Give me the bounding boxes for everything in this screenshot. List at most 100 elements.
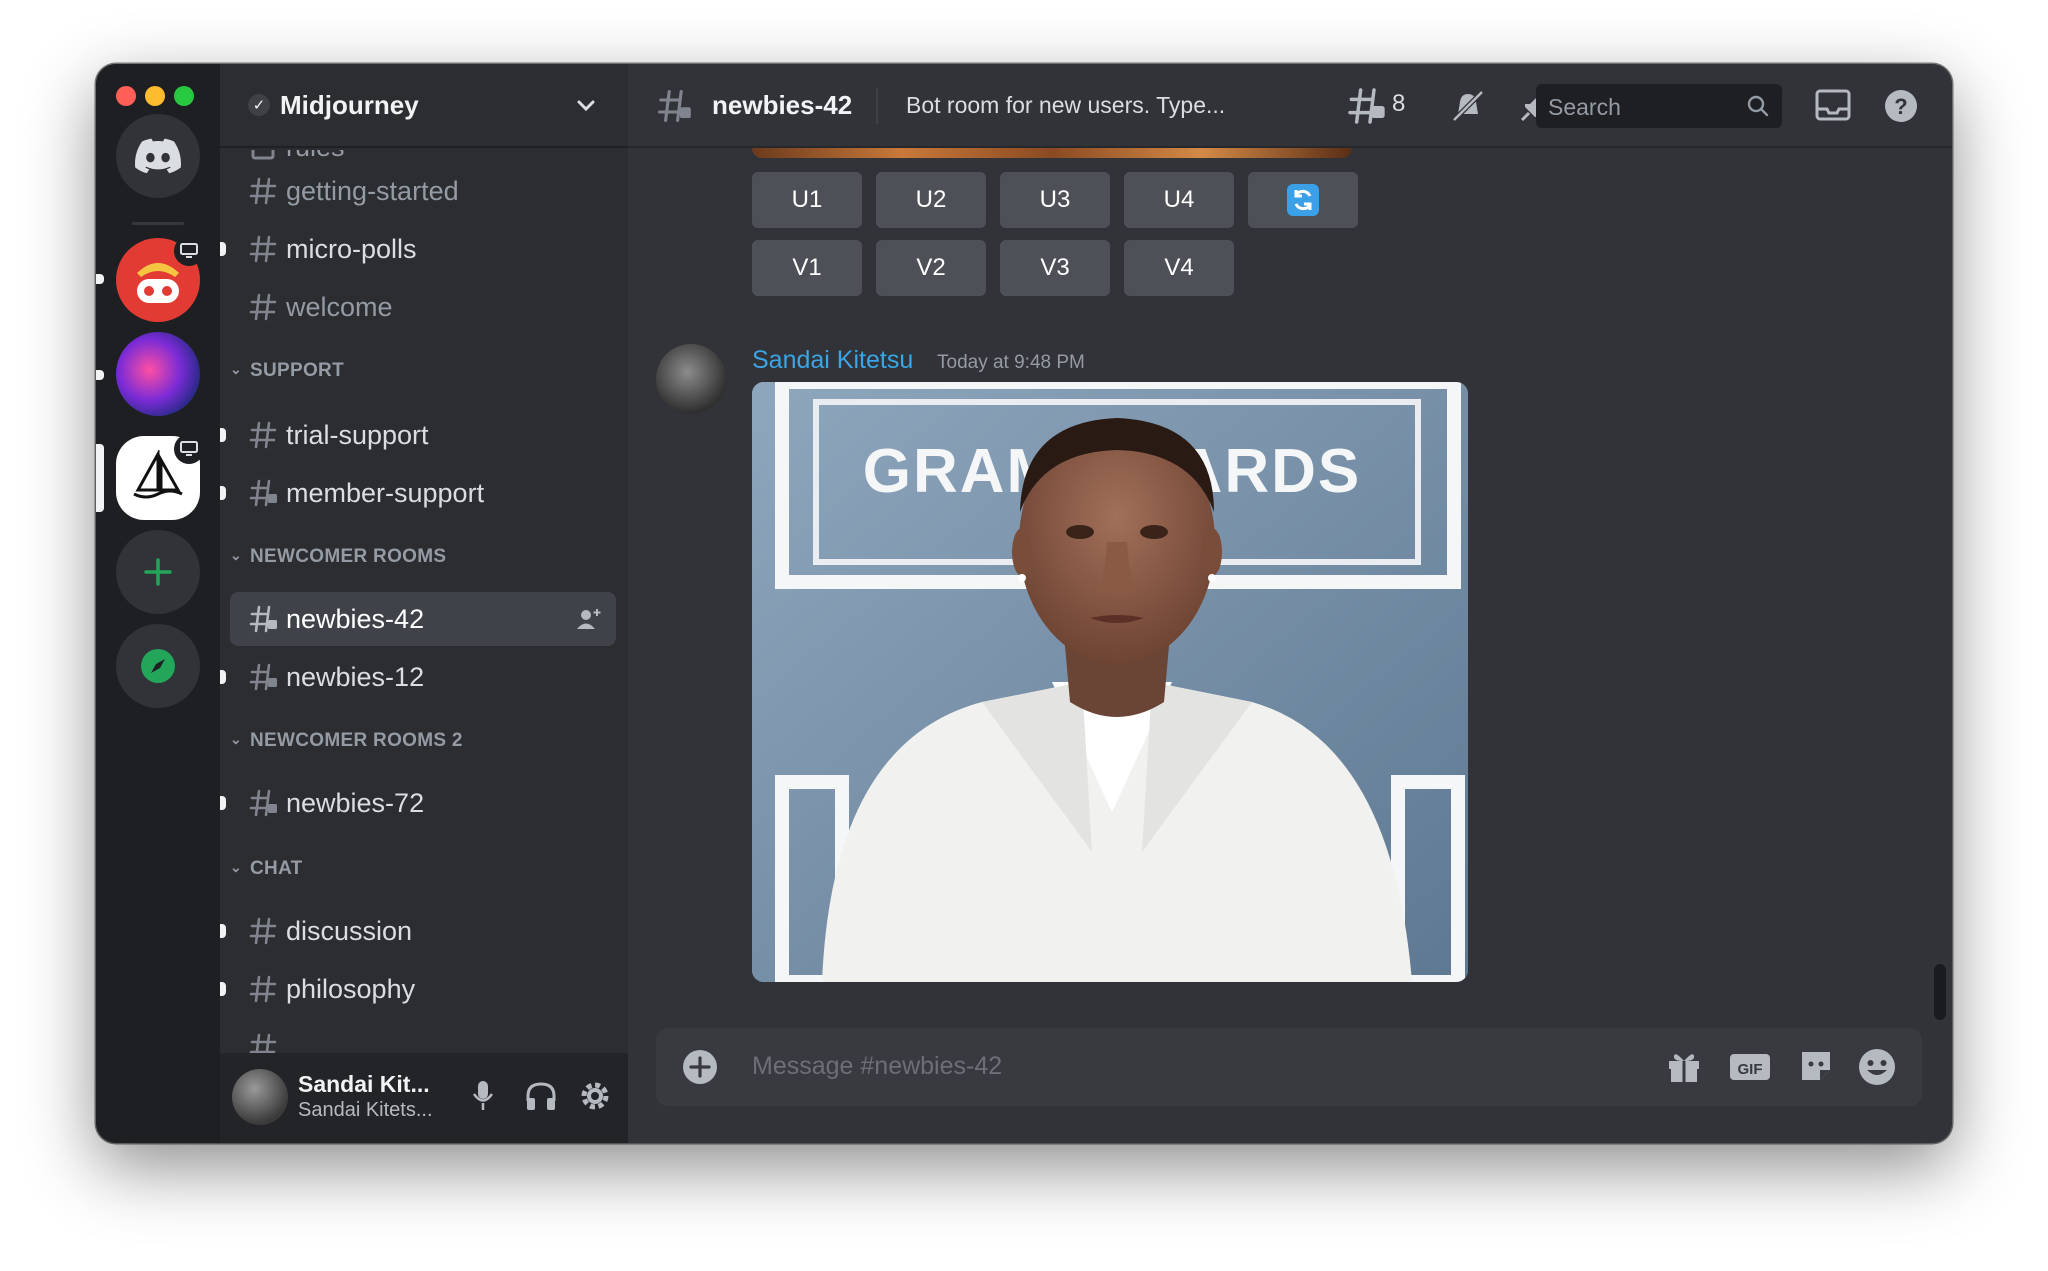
channel-newbies-72[interactable]: newbies-72 [220, 776, 616, 830]
explore-servers-button[interactable] [116, 624, 200, 708]
unread-indicator [96, 274, 104, 284]
message-author[interactable]: Sandai Kitetsu [752, 346, 913, 375]
help-icon[interactable]: ? [1882, 86, 1920, 126]
message-author-avatar[interactable] [656, 344, 726, 414]
plus-icon [144, 558, 172, 586]
unread-indicator [220, 670, 226, 684]
threads-icon[interactable] [1346, 86, 1386, 126]
channel-name: newbies-12 [286, 662, 425, 692]
notifications-muted-icon[interactable] [1448, 86, 1488, 126]
search-bar[interactable]: Search [1536, 84, 1782, 128]
svg-text:GIF: GIF [1738, 1061, 1763, 1078]
screen-share-badge [174, 236, 204, 266]
create-invite-icon[interactable] [576, 606, 602, 632]
chat-main: newbies-42 Bot room for new users. Type.… [628, 64, 1952, 1143]
channel-name: getting-started [286, 176, 459, 206]
channel-topic[interactable]: Bot room for new users. Type... [906, 92, 1225, 119]
headphones-icon[interactable] [524, 1079, 558, 1113]
variation-4-button[interactable]: V4 [1124, 240, 1234, 296]
hash-locked-icon [249, 479, 277, 507]
gif-icon[interactable]: GIF [1728, 1046, 1772, 1086]
rules-book-icon [251, 150, 275, 160]
unread-indicator [96, 370, 104, 380]
channel-trial-support[interactable]: trial-support [220, 408, 616, 462]
hash-locked-icon [658, 90, 691, 122]
server-icon-midjourney[interactable] [116, 434, 204, 520]
user-display-name: Sandai Kit... [298, 1071, 430, 1097]
previous-image-bottom [752, 148, 1352, 158]
settings-gear-icon[interactable] [578, 1079, 612, 1113]
window-zoom-button[interactable] [174, 86, 194, 106]
user-panel: Sandai Kit... Sandai Kitets... [220, 1053, 628, 1143]
user-avatar[interactable] [232, 1069, 288, 1125]
inbox-icon[interactable] [1814, 86, 1852, 126]
channel-philosophy[interactable]: philosophy [220, 962, 616, 1016]
search-placeholder: Search [1548, 94, 1621, 120]
channel-micro-polls[interactable]: micro-polls [220, 222, 616, 276]
unread-indicator [220, 982, 226, 996]
message-composer[interactable]: Message #newbies-42 GIF [656, 1028, 1922, 1106]
channel-name: micro-polls [286, 234, 417, 264]
unread-indicator [220, 796, 226, 810]
variation-2-button[interactable]: V2 [876, 240, 986, 296]
channel-discussion[interactable]: discussion [220, 904, 616, 958]
guild-name: Midjourney [280, 90, 419, 120]
chevron-down-icon: ⌄ [230, 859, 243, 875]
selected-server-indicator [96, 444, 104, 512]
channel-name: welcome [286, 292, 393, 322]
category-newcomer-rooms-2[interactable]: ⌄ NEWCOMER ROOMS 2 [230, 730, 463, 752]
emoji-icon[interactable] [1856, 1046, 1898, 1088]
message-image-attachment[interactable]: GRAM AWARDS [752, 382, 1468, 982]
category-chat[interactable]: ⌄ CHAT [230, 858, 303, 880]
hash-locked-icon [249, 789, 277, 817]
discord-logo-icon [135, 138, 181, 174]
microphone-icon[interactable] [470, 1079, 496, 1113]
channel-getting-started[interactable]: getting-started [230, 164, 616, 218]
hash-icon [249, 235, 277, 263]
chevron-down-icon: ⌄ [230, 731, 243, 747]
sticker-icon[interactable] [1796, 1046, 1836, 1086]
add-server-button[interactable] [116, 530, 200, 614]
upscale-1-button[interactable]: U1 [752, 172, 862, 228]
guild-header[interactable]: ✓ Midjourney [220, 64, 628, 148]
server-rail [96, 64, 220, 1143]
category-newcomer-rooms[interactable]: ⌄ NEWCOMER ROOMS [230, 546, 446, 568]
monitor-icon [180, 441, 198, 456]
reroll-button[interactable] [1248, 172, 1358, 228]
header-divider [876, 88, 878, 124]
window-close-button[interactable] [116, 86, 136, 106]
variation-3-button[interactable]: V3 [1000, 240, 1110, 296]
hash-icon [249, 421, 277, 449]
gift-icon[interactable] [1664, 1046, 1704, 1086]
chat-scrollbar-thumb[interactable] [1934, 964, 1946, 1020]
server-icon-purple-art[interactable] [116, 332, 200, 416]
channel-newbies-42[interactable]: newbies-42 [230, 592, 616, 646]
category-label: NEWCOMER ROOMS [250, 546, 447, 567]
channel-name: discussion [286, 916, 413, 946]
channel-name: rules [286, 150, 345, 163]
upscale-3-button[interactable]: U3 [1000, 172, 1110, 228]
chevron-down-icon: ⌄ [230, 547, 243, 563]
direct-messages-button[interactable] [116, 114, 200, 198]
channel-newbies-12[interactable]: newbies-12 [220, 650, 616, 704]
category-label: SUPPORT [250, 360, 344, 381]
channel-member-support[interactable]: member-support [220, 466, 616, 520]
channel-name: member-support [286, 478, 485, 508]
upload-plus-icon[interactable] [682, 1049, 718, 1085]
compass-icon [141, 649, 175, 683]
upscale-2-button[interactable]: U2 [876, 172, 986, 228]
hash-icon [249, 975, 277, 1003]
channel-name: trial-support [286, 420, 429, 450]
category-support[interactable]: ⌄ SUPPORT [230, 360, 344, 382]
hash-icon [249, 293, 277, 321]
channel-welcome[interactable]: welcome [230, 280, 616, 334]
refresh-icon [1287, 184, 1319, 216]
unread-indicator [220, 486, 226, 500]
message-input-placeholder: Message #newbies-42 [752, 1052, 1003, 1080]
upscale-4-button[interactable]: U4 [1124, 172, 1234, 228]
unread-indicator [220, 242, 226, 256]
server-icon-red-robot[interactable] [116, 236, 204, 322]
window-minimize-button[interactable] [145, 86, 165, 106]
channel-header: newbies-42 Bot room for new users. Type.… [628, 64, 1952, 148]
variation-1-button[interactable]: V1 [752, 240, 862, 296]
